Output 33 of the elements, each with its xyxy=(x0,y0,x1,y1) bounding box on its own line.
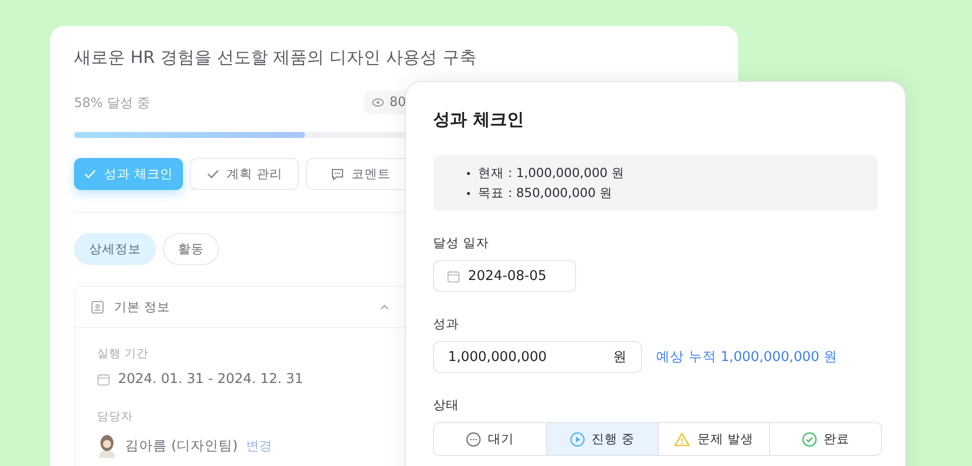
project-title: 새로운 HR 경험을 선도할 제품의 디자인 사용성 구축 xyxy=(74,47,478,69)
owner-name: 김아름 (디자인팀) xyxy=(125,437,238,455)
badge-icon xyxy=(91,300,104,314)
tab[interactable]: 활동 xyxy=(163,233,219,265)
check-icon xyxy=(206,169,218,179)
status-option[interactable]: 완료 xyxy=(769,423,881,455)
summary-text: 현재 : 1,000,000,000 원 xyxy=(478,164,625,182)
status-option[interactable]: 진행 중 xyxy=(546,423,658,455)
field-label: 담당자 xyxy=(97,409,134,424)
comment-icon xyxy=(330,168,344,180)
bullet-icon xyxy=(467,192,470,194)
eye-icon xyxy=(372,98,384,107)
calendar-icon xyxy=(97,372,110,386)
summary-text: 목표 : 850,000,000 원 xyxy=(478,184,613,202)
check-icon xyxy=(84,169,96,179)
field-label: 상태 xyxy=(433,397,460,414)
more-icon xyxy=(466,432,481,446)
avatar-icon xyxy=(97,434,117,458)
progress-text: 58% 달성 중 xyxy=(74,94,150,112)
amount-field[interactable]: 1,000,000,000 원 xyxy=(433,341,642,373)
calendar-icon xyxy=(447,270,460,282)
bullet-icon xyxy=(467,172,470,174)
date-field[interactable]: 2024-08-05 xyxy=(433,260,576,292)
section-title: 기본 정보 xyxy=(114,298,170,316)
dialog-title: 성과 체크인 xyxy=(433,109,525,131)
period-text: 2024. 01. 31 - 2024. 12. 31 xyxy=(118,371,304,387)
forecast-text: 예상 누적 1,000,000,000 원 xyxy=(656,348,838,366)
warning-icon xyxy=(674,432,690,446)
action-button[interactable]: 계획 관리 xyxy=(190,158,299,190)
field-label: 달성 일자 xyxy=(433,235,490,252)
check-circle-icon xyxy=(802,432,817,446)
tab[interactable]: 상세정보 xyxy=(74,233,156,265)
play-icon xyxy=(570,432,585,446)
